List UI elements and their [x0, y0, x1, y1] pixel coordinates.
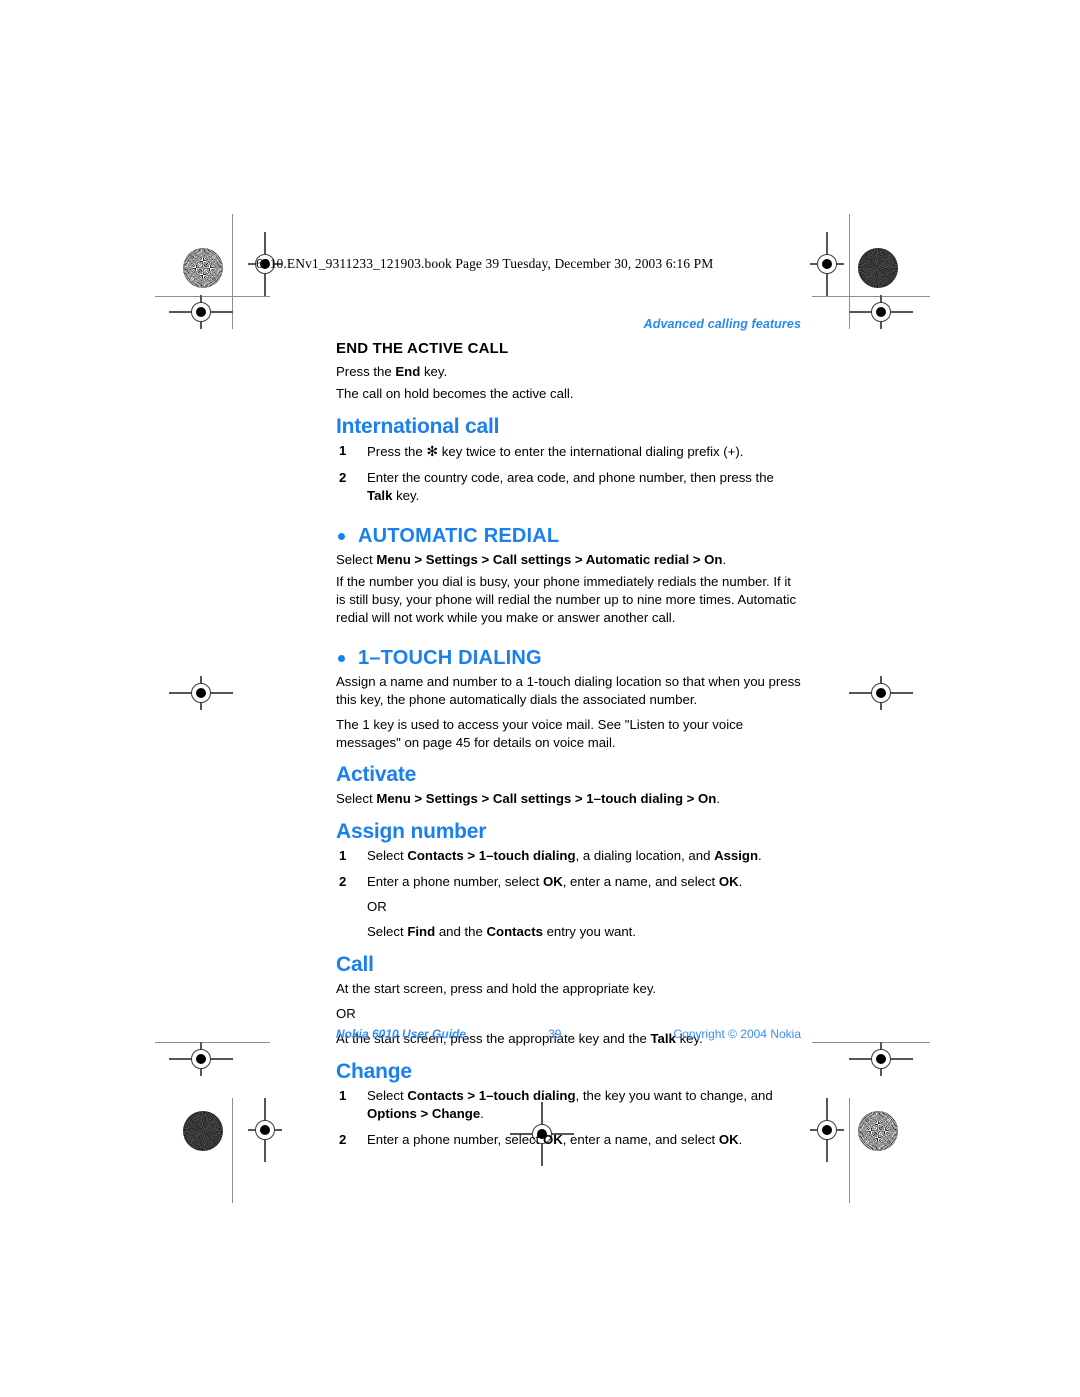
heading-1-touch-dialing: 1–TOUCH DIALING	[336, 647, 801, 670]
registration-mark-bottom-right	[810, 1098, 844, 1162]
heading-change: Change	[336, 1060, 412, 1084]
bullet-icon	[338, 532, 345, 540]
heading-automatic-redial: AUTOMATIC REDIAL	[336, 525, 801, 548]
paragraph-automatic-redial-description: If the number you dial is busy, your pho…	[336, 573, 797, 625]
menu-path-automatic-redial: Select Menu > Settings > Call settings >…	[336, 551, 727, 567]
steps-international-call: 1 Press the ✻ key twice to enter the int…	[336, 442, 801, 505]
page-footer: Nokia 6010 User Guide 39 Copyright © 200…	[336, 1027, 801, 1041]
registration-mark-upper-left-outer	[169, 295, 233, 329]
registration-mark-mid-right	[849, 676, 913, 710]
color-rosette-top-left	[183, 248, 223, 288]
step-number: 2	[339, 1132, 347, 1147]
step-number: 1	[339, 442, 347, 458]
list-item: 2 Enter the country code, area code, and…	[339, 469, 774, 503]
paragraph-assign-name-number: Assign a name and number to a 1-touch di…	[336, 673, 801, 707]
registration-mark-lower-right-outer	[849, 1042, 913, 1076]
heading-end-the-active-call: END THE ACTIVE CALL	[336, 340, 509, 357]
step-number: 1	[339, 848, 347, 864]
document-page: 6010.ENv1_9311233_121903.book Page 39 Tu…	[232, 241, 840, 1147]
list-item: 2 Enter a phone number, select OK, enter…	[336, 873, 801, 941]
book-filename-stamp: 6010.ENv1_9311233_121903.book Page 39 Tu…	[256, 256, 714, 271]
step-number: 1	[339, 1088, 347, 1104]
paragraph-voice-mail-note: The 1 key is used to access your voice m…	[336, 716, 744, 750]
running-head: Advanced calling features	[643, 317, 801, 331]
crop-line-right-bottom	[849, 1098, 850, 1203]
heading-call: Call	[336, 953, 374, 977]
menu-path-activate: Select Menu > Settings > Call settings >…	[336, 791, 721, 807]
heading-international-call: International call	[336, 414, 500, 438]
steps-assign-number: 1 Select Contacts > 1–touch dialing, a d…	[336, 847, 801, 941]
heading-activate: Activate	[336, 763, 417, 787]
steps-change: 1 Select Contacts > 1–touch dialing, the…	[336, 1087, 801, 1149]
bullet-icon	[338, 654, 345, 662]
heading-text: AUTOMATIC REDIAL	[358, 524, 560, 547]
registration-mark-upper-right-outer	[849, 295, 913, 329]
list-item: 2 Enter a phone number, select OK, enter…	[339, 1132, 743, 1147]
list-item: 1 Press the ✻ key twice to enter the int…	[339, 442, 744, 459]
registration-mark-bottom-left	[248, 1098, 282, 1162]
color-rosette-top-right	[858, 248, 898, 288]
heading-text: 1–TOUCH DIALING	[358, 646, 542, 669]
paragraph-press-end-key: Press the End key.	[336, 364, 448, 379]
color-rosette-bottom-left	[183, 1111, 223, 1151]
footer-page-number: 39	[548, 1027, 562, 1041]
list-item: 1 Select Contacts > 1–touch dialing, the…	[339, 1088, 773, 1122]
or-label: OR	[367, 899, 387, 915]
alternate-instruction: Select Find and the Contacts entry you w…	[367, 924, 637, 940]
footer-guide-title: Nokia 6010 User Guide	[336, 1027, 467, 1041]
heading-assign-number: Assign number	[336, 820, 487, 844]
list-item: 1 Select Contacts > 1–touch dialing, a d…	[339, 848, 762, 864]
step-number: 2	[339, 874, 347, 890]
color-rosette-bottom-right	[858, 1111, 898, 1151]
crop-line-left-bottom	[232, 1098, 233, 1203]
registration-mark-lower-left-outer	[169, 1042, 233, 1076]
step-number: 2	[339, 469, 347, 485]
registration-mark-mid-left	[169, 676, 233, 710]
paragraph-call-on-hold: The call on hold becomes the active call…	[336, 385, 574, 401]
or-label-call: OR	[336, 1006, 356, 1022]
paragraph-call-press-hold: At the start screen, press and hold the …	[336, 981, 657, 997]
footer-copyright: Copyright © 2004 Nokia	[673, 1027, 801, 1041]
